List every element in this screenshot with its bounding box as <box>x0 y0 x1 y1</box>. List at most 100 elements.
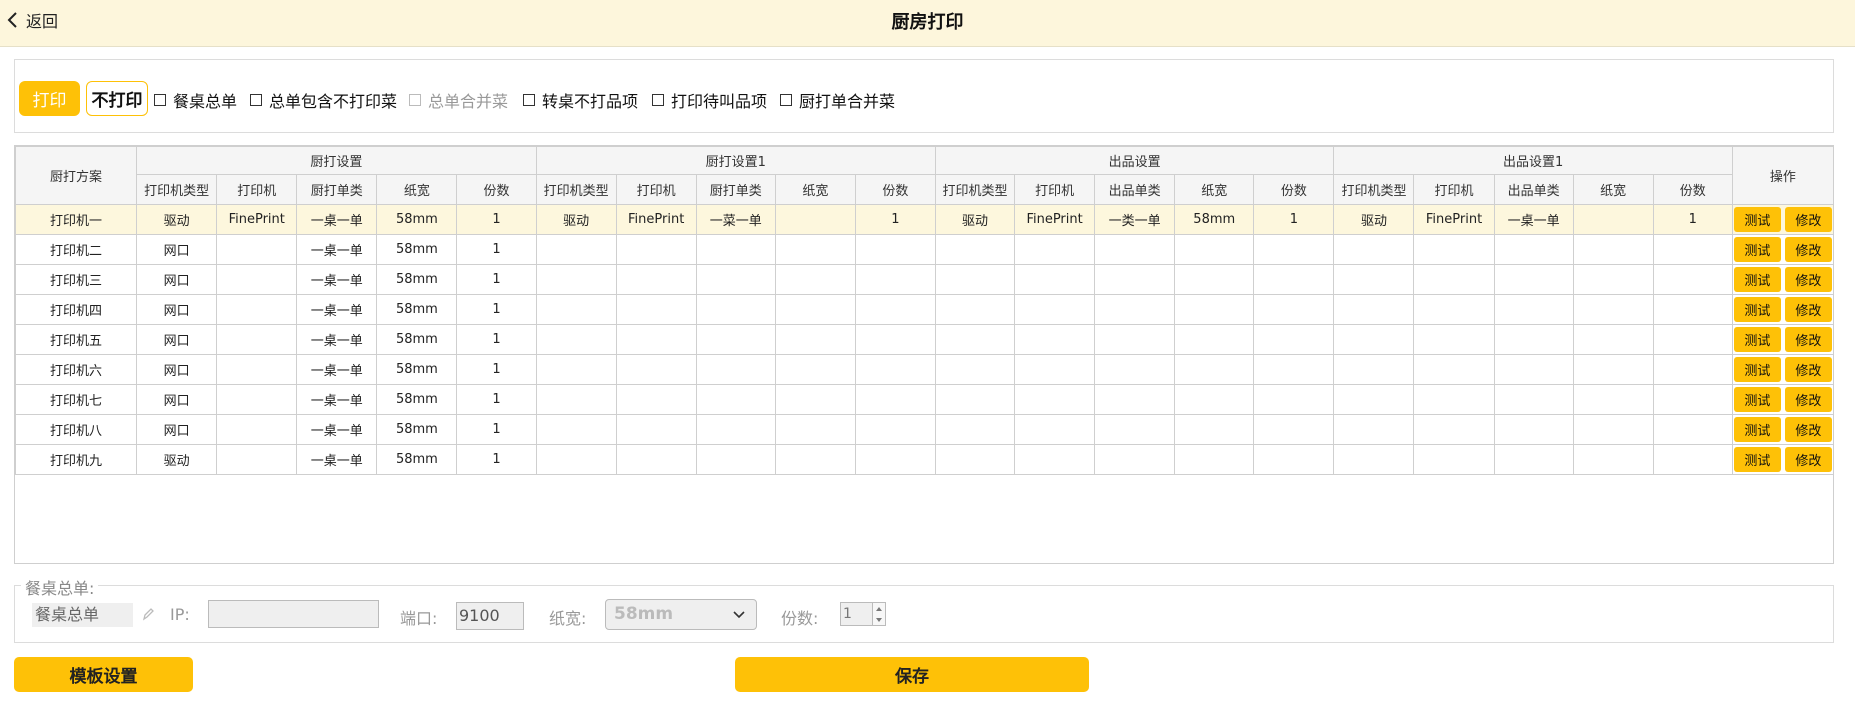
spin-up-icon[interactable] <box>873 603 885 614</box>
table-row[interactable]: 打印机六 网口 一桌一单 58mm 1 测试 修改 <box>14 354 1835 385</box>
edit-button[interactable]: 修改 <box>1784 237 1832 262</box>
table-cell: 一桌一单 <box>296 444 378 475</box>
table-cell <box>695 234 776 265</box>
table-cell: 58mm <box>1174 204 1255 235</box>
table-row[interactable]: 打印机五 网口 一桌一单 58mm 1 测试 修改 <box>14 324 1835 355</box>
cell-scheme-name: 打印机七 <box>14 384 138 415</box>
summary-name-field[interactable]: 餐桌总单 <box>32 603 133 627</box>
table-cell: 一桌一单 <box>296 294 378 325</box>
test-button[interactable]: 测试 <box>1733 357 1781 382</box>
option-summary-include-unprinted[interactable]: 总单包含不打印菜 <box>250 90 397 111</box>
test-button[interactable]: 测试 <box>1733 207 1781 232</box>
table-cell <box>216 444 298 475</box>
option-kitchen-merge-dishes[interactable]: 厨打单合并菜 <box>780 90 895 111</box>
group-header: 厨打设置1 <box>535 146 936 175</box>
table-row[interactable]: 打印机八 网口 一桌一单 58mm 1 测试 修改 <box>14 414 1835 445</box>
paper-width-select[interactable]: 58mm <box>605 599 757 630</box>
copies-spinner[interactable] <box>872 603 885 625</box>
table-cell <box>1413 444 1495 475</box>
test-button[interactable]: 测试 <box>1733 297 1781 322</box>
table-cell: 一桌一单 <box>296 414 378 445</box>
checkbox-icon <box>154 94 166 106</box>
table-cell <box>695 444 776 475</box>
table-cell <box>774 324 856 355</box>
table-cell: 58mm <box>376 444 458 475</box>
copies-input[interactable]: 1 <box>840 602 886 626</box>
option-table-summary[interactable]: 餐桌总单 <box>154 90 237 111</box>
table-cell <box>615 384 697 415</box>
table-cell <box>1493 444 1574 475</box>
table-cell: 驱动 <box>136 444 218 475</box>
edit-button[interactable]: 修改 <box>1784 357 1832 382</box>
print-button[interactable]: 打印 <box>19 81 80 116</box>
table-cell <box>1333 264 1415 295</box>
group-header: 出品设置1 <box>1333 146 1733 175</box>
table-cell <box>1652 234 1733 265</box>
paper-width-label: 纸宽: <box>549 609 587 628</box>
table-cell <box>854 294 936 325</box>
edit-button[interactable]: 修改 <box>1784 417 1832 442</box>
table-cell <box>1253 324 1335 355</box>
table-cell: FinePrint <box>1014 204 1096 235</box>
edit-button[interactable]: 修改 <box>1784 207 1832 232</box>
table-cell <box>934 264 1016 295</box>
table-row[interactable]: 打印机四 网口 一桌一单 58mm 1 测试 修改 <box>14 294 1835 325</box>
table-cell <box>216 294 298 325</box>
column-header-ops: 操作 <box>1731 146 1835 205</box>
table-cell: 1 <box>456 234 537 265</box>
option-print-pending-items[interactable]: 打印待叫品项 <box>652 90 767 111</box>
test-button[interactable]: 测试 <box>1733 417 1781 442</box>
edit-button[interactable]: 修改 <box>1784 447 1832 472</box>
pencil-icon[interactable] <box>141 606 155 622</box>
column-header: 出品单类 <box>1493 174 1574 205</box>
table-cell: 网口 <box>136 324 218 355</box>
table-cell <box>1253 384 1335 415</box>
table-row[interactable]: 打印机二 网口 一桌一单 58mm 1 测试 修改 <box>14 234 1835 265</box>
table-cell: 驱动 <box>934 204 1016 235</box>
table-cell <box>1572 414 1654 445</box>
table-cell <box>1572 234 1654 265</box>
cell-scheme-name: 打印机二 <box>14 234 138 265</box>
edit-button[interactable]: 修改 <box>1784 267 1832 292</box>
table-row[interactable]: 打印机三 网口 一桌一单 58mm 1 测试 修改 <box>14 264 1835 295</box>
table-cell: 58mm <box>376 264 458 295</box>
edit-button[interactable]: 修改 <box>1784 387 1832 412</box>
table-cell <box>1014 354 1096 385</box>
edit-button[interactable]: 修改 <box>1784 327 1832 352</box>
table-cell <box>535 444 617 475</box>
table-cell <box>535 324 617 355</box>
table-cell: 一桌一单 <box>1493 204 1574 235</box>
option-transfer-no-print[interactable]: 转桌不打品项 <box>523 90 638 111</box>
table-row[interactable]: 打印机一 驱动 FinePrint 一桌一单 58mm 1 驱动 FinePrint 一菜一单 1… <box>14 204 1835 235</box>
test-button[interactable]: 测试 <box>1733 447 1781 472</box>
column-header: 出品单类 <box>1094 174 1176 205</box>
row-actions: 测试 修改 <box>1733 237 1832 262</box>
column-header: 纸宽 <box>1174 174 1255 205</box>
save-button[interactable]: 保存 <box>735 657 1089 692</box>
column-header: 打印机类型 <box>535 174 617 205</box>
port-input[interactable]: 9100 <box>456 602 524 630</box>
table-cell <box>216 414 298 445</box>
cell-scheme-name: 打印机六 <box>14 354 138 385</box>
cell-ops: 测试 修改 <box>1731 264 1835 295</box>
table-cell <box>934 354 1016 385</box>
edit-button[interactable]: 修改 <box>1784 297 1832 322</box>
table-cell <box>1572 384 1654 415</box>
column-header: 厨打单类 <box>695 174 776 205</box>
table-cell: FinePrint <box>216 204 298 235</box>
table-cell <box>216 384 298 415</box>
test-button[interactable]: 测试 <box>1733 267 1781 292</box>
printer-table: 厨打方案 厨打设置 厨打设置1 出品设置 出品设置1 操作 打印机类型 打印机 厨打… <box>14 145 1835 564</box>
table-row[interactable]: 打印机七 网口 一桌一单 58mm 1 测试 修改 <box>14 384 1835 415</box>
spin-down-icon[interactable] <box>873 614 885 625</box>
no-print-button[interactable]: 不打印 <box>86 81 148 116</box>
test-button[interactable]: 测试 <box>1733 237 1781 262</box>
table-row[interactable]: 打印机九 驱动 一桌一单 58mm 1 测试 修改 <box>14 444 1835 475</box>
table-cell <box>1094 444 1176 475</box>
test-button[interactable]: 测试 <box>1733 387 1781 412</box>
test-button[interactable]: 测试 <box>1733 327 1781 352</box>
cell-ops: 测试 修改 <box>1731 294 1835 325</box>
option-label: 总单合并菜 <box>428 92 509 111</box>
template-settings-button[interactable]: 模板设置 <box>14 657 193 692</box>
ip-input[interactable] <box>208 600 379 628</box>
